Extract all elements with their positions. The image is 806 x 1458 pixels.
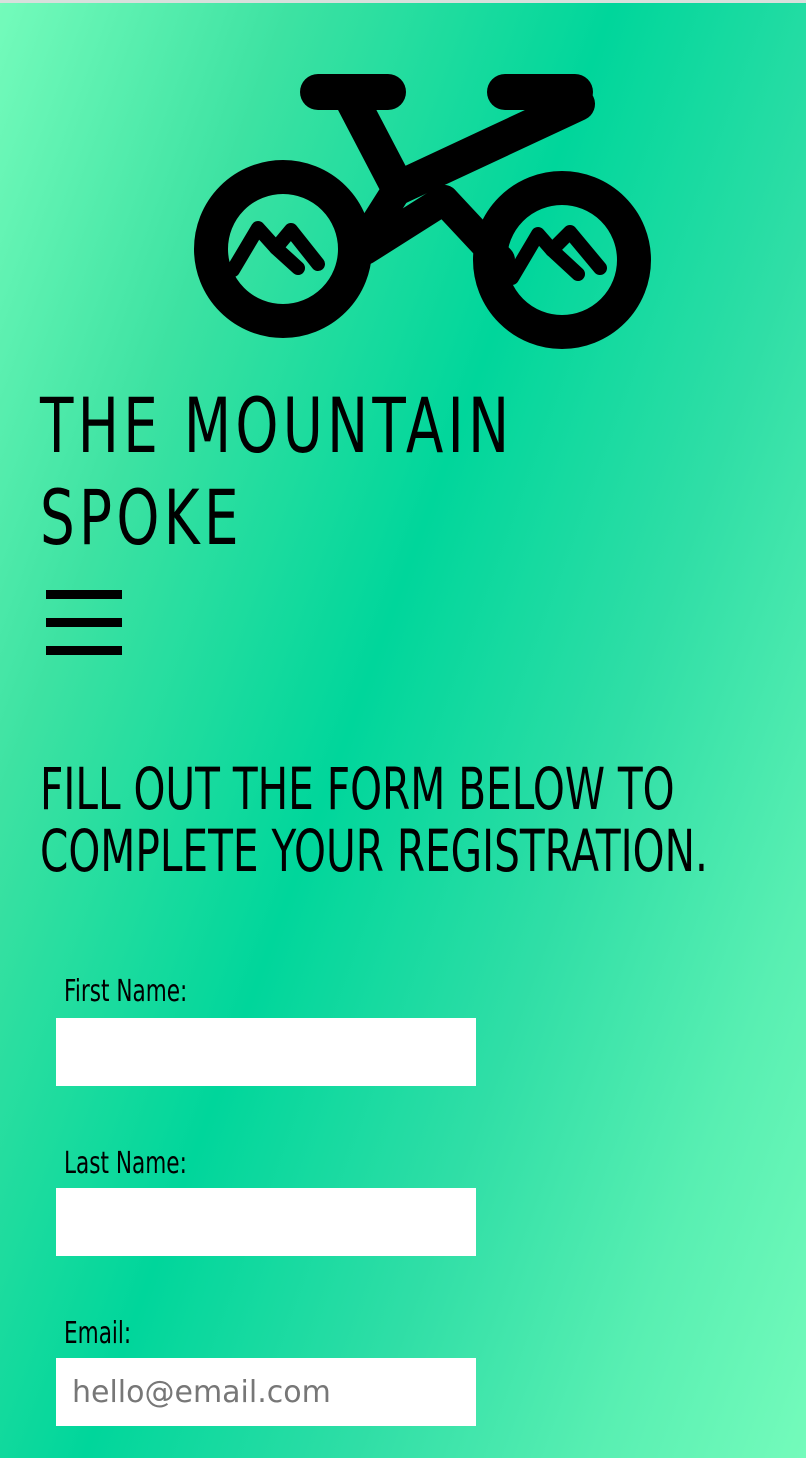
site-title: THE MOUNTAIN SPOKE (40, 380, 573, 564)
menu-bar-bottom (46, 646, 122, 655)
headline-line-1: FILL OUT THE FORM BELOW TO (40, 755, 675, 823)
site-title-line-1: THE MOUNTAIN (40, 381, 514, 470)
first-name-label: First Name: (64, 974, 188, 1009)
email-label: Email: (64, 1316, 132, 1351)
registration-headline: FILL OUT THE FORM BELOW TO COMPLETE YOUR… (40, 758, 708, 882)
menu-bar-middle (46, 618, 122, 627)
email-input[interactable] (56, 1358, 476, 1426)
first-name-input[interactable] (56, 1018, 476, 1086)
site-title-line-2: SPOKE (40, 473, 243, 562)
top-border (0, 0, 806, 3)
mountain-bike-logo-icon (194, 74, 651, 349)
headline-line-2: COMPLETE YOUR REGISTRATION. (40, 817, 708, 885)
last-name-label: Last Name: (64, 1146, 187, 1181)
hamburger-menu-icon[interactable] (46, 590, 122, 656)
last-name-input[interactable] (56, 1188, 476, 1256)
menu-bar-top (46, 590, 122, 599)
